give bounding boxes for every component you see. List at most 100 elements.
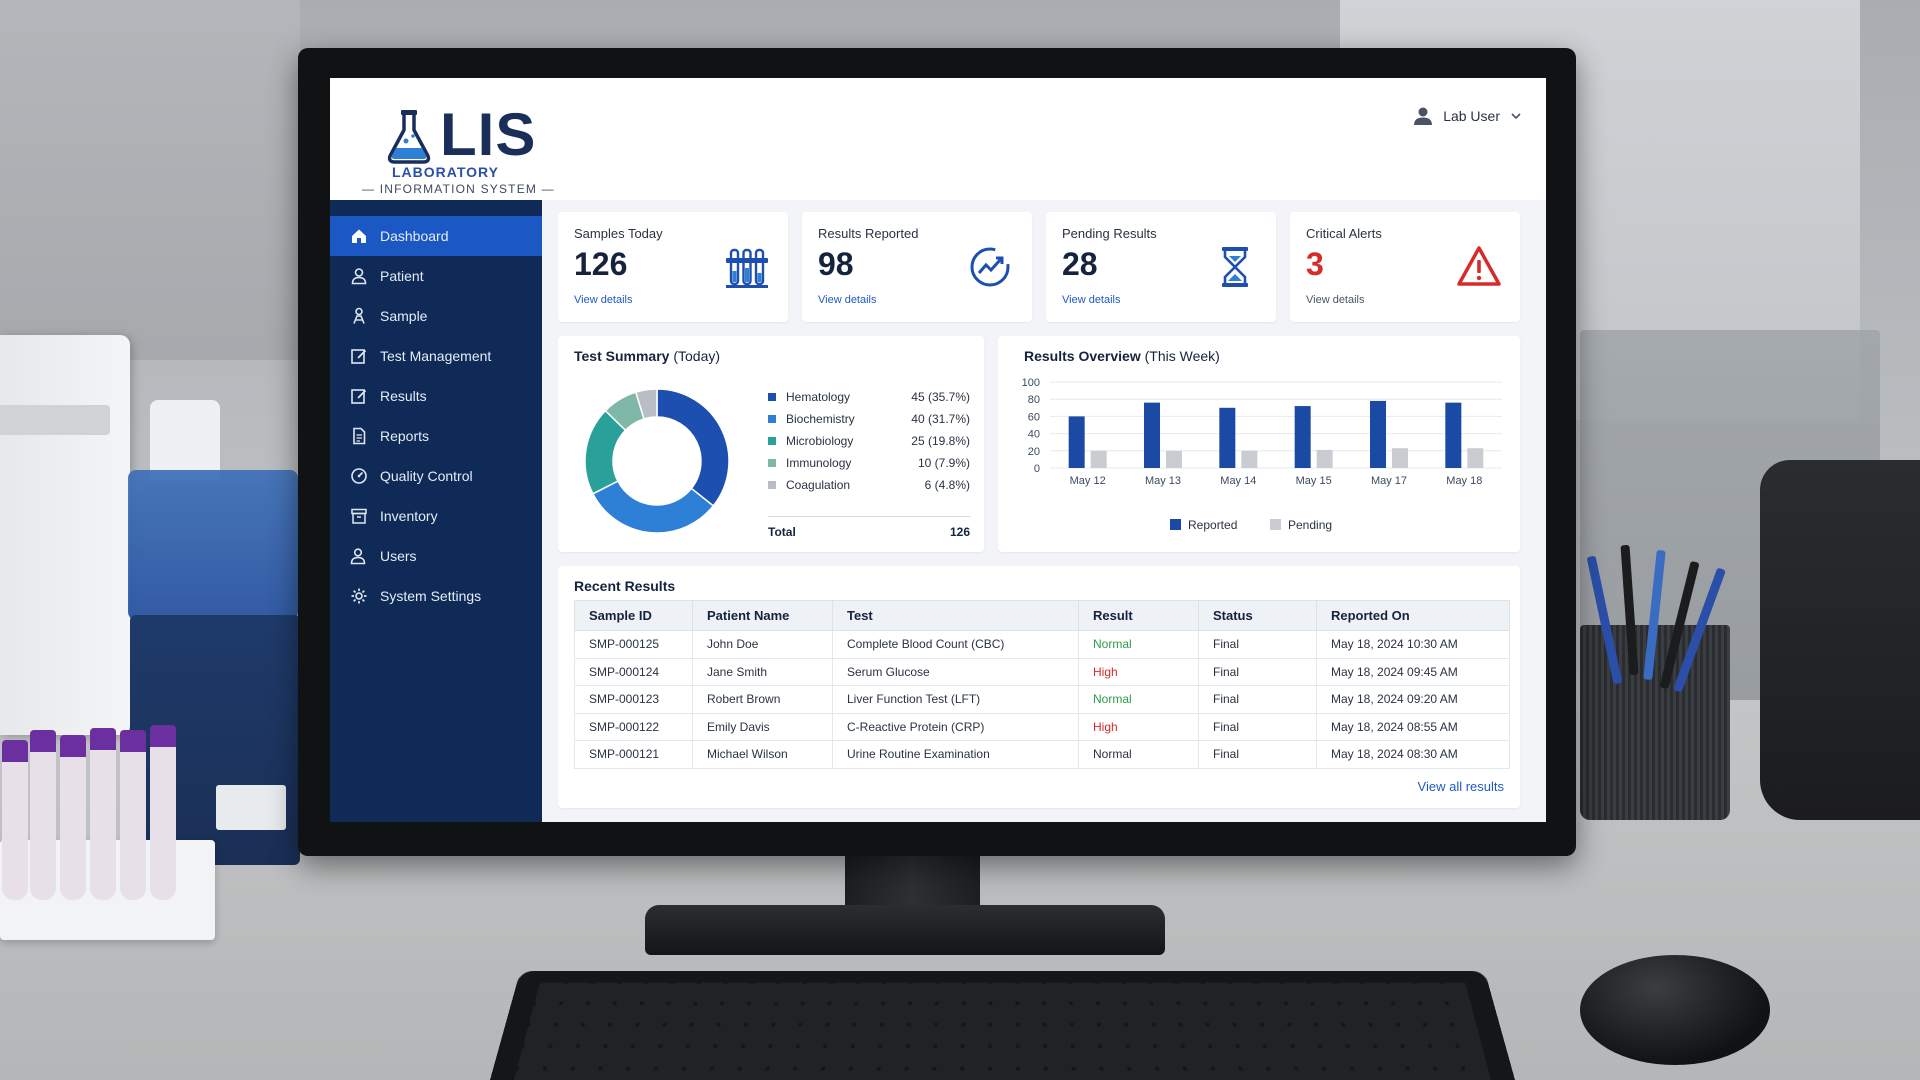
legend-name: Microbiology <box>786 434 854 448</box>
cell-patient-name: Jane Smith <box>692 657 833 686</box>
sidebar-item-inventory[interactable]: Inventory <box>330 496 542 536</box>
bar-reported-may-14[interactable] <box>1219 407 1236 468</box>
sidebar: Dashboard Patient Sample Test Management… <box>330 200 542 822</box>
donut-slice-hematology[interactable] <box>656 388 730 507</box>
cell-result: High <box>1078 657 1199 686</box>
bar-reported-may-13[interactable] <box>1144 402 1160 468</box>
desk-phone <box>1760 460 1920 820</box>
column-header[interactable]: Sample ID <box>574 600 693 631</box>
top-bar: LIS LABORATORY — INFORMATION SYSTEM — La… <box>330 78 1546 200</box>
bar-reported-may-15[interactable] <box>1294 406 1311 468</box>
table-row[interactable]: SMP-000125 John Doe Complete Blood Count… <box>574 630 1510 659</box>
sidebar-item-label: System Settings <box>380 588 482 604</box>
sidebar-item-system-settings[interactable]: System Settings <box>330 576 542 616</box>
logo-subtitle-text: INFORMATION SYSTEM <box>379 182 538 196</box>
legend-name: Immunology <box>786 456 852 470</box>
x-tick-label: May 15 <box>1296 475 1332 487</box>
sidebar-item-patient[interactable]: Patient <box>330 256 542 296</box>
sidebar-item-dashboard[interactable]: Dashboard <box>330 216 542 256</box>
column-header[interactable]: Reported On <box>1316 600 1510 631</box>
legend-swatch-pending <box>1270 519 1281 530</box>
cell-test: Urine Routine Examination <box>832 740 1079 769</box>
cell-test: Liver Function Test (LFT) <box>832 685 1079 714</box>
legend-label-reported: Reported <box>1188 518 1237 532</box>
cell-reported-on: May 18, 2024 09:20 AM <box>1316 685 1510 714</box>
table-header-row: Sample ID Patient Name Test Result Statu… <box>574 600 1510 631</box>
bar-pending-may-17[interactable] <box>1392 448 1408 468</box>
hourglass-icon <box>1222 247 1248 287</box>
bar-chart: 0 20 40 60 80 100 May 12 May 13 May 14 May 15 May … <box>1022 377 1502 532</box>
sidebar-item-reports[interactable]: Reports <box>330 416 542 456</box>
cell-result: Normal <box>1078 740 1199 769</box>
legend-swatch <box>768 393 776 401</box>
keyboard <box>490 970 1515 1080</box>
bar-pending-may-18[interactable] <box>1467 448 1484 468</box>
view-details-link[interactable]: View details <box>1062 294 1121 306</box>
table-row[interactable]: SMP-000122 Emily Davis C-Reactive Protei… <box>574 712 1510 741</box>
kpi-card-pending-results: Pending Results 28 View details <box>1046 212 1276 322</box>
cell-sample-id: SMP-000125 <box>574 630 693 659</box>
bar-pending-may-14[interactable] <box>1241 450 1258 468</box>
legend-swatch-reported <box>1170 519 1181 530</box>
lab-analyzer <box>0 335 130 735</box>
test-summary-panel: Test Summary (Today) Hematology 45 (35.7… <box>558 336 984 552</box>
legend-row-immunology: Immunology 10 (7.9%) <box>768 452 970 474</box>
legend-value: 45 (35.7%) <box>911 390 970 404</box>
keyboard-keys <box>514 982 1491 1080</box>
sidebar-item-label: Sample <box>380 308 428 324</box>
cell-status: Final <box>1198 630 1317 659</box>
warning-icon <box>1457 246 1501 286</box>
app-screen: LIS LABORATORY — INFORMATION SYSTEM — La… <box>330 78 1546 822</box>
column-header[interactable]: Status <box>1198 600 1317 631</box>
sidebar-item-quality-control[interactable]: Quality Control <box>330 456 542 496</box>
sidebar-item-results[interactable]: Results <box>330 376 542 416</box>
user-icon <box>1414 107 1433 125</box>
view-details-link[interactable]: View details <box>574 294 633 306</box>
logo-subtitle-info-system: — INFORMATION SYSTEM — <box>362 182 555 196</box>
bar-pending-may-15[interactable] <box>1316 449 1333 468</box>
test-tube <box>2 740 28 900</box>
legend-row-microbiology: Microbiology 25 (19.8%) <box>768 430 970 452</box>
cell-reported-on: May 18, 2024 10:30 AM <box>1316 630 1510 659</box>
gear-icon <box>351 588 367 604</box>
bar-reported-may-12[interactable] <box>1068 416 1085 468</box>
column-header[interactable]: Patient Name <box>692 600 833 631</box>
results-overview-panel: Results Overview (This Week) 0 20 40 60 80 10… <box>998 336 1520 552</box>
kpi-title: Critical Alerts <box>1306 226 1382 241</box>
app-logo[interactable]: LIS LABORATORY — INFORMATION SYSTEM — <box>362 94 555 196</box>
sidebar-item-sample[interactable]: Sample <box>330 296 542 336</box>
y-tick-label: 100 <box>1022 377 1040 389</box>
legend-row-biochemistry: Biochemistry 40 (31.7%) <box>768 408 970 430</box>
chart-check-icon <box>970 247 1010 287</box>
test-tube <box>120 730 146 900</box>
legend-label-pending: Pending <box>1288 518 1332 532</box>
user-menu[interactable]: Lab User <box>1413 106 1522 126</box>
legend-row-coagulation: Coagulation 6 (4.8%) <box>768 474 970 496</box>
bar-pending-may-13[interactable] <box>1166 450 1182 468</box>
cell-reported-on: May 18, 2024 08:30 AM <box>1316 740 1510 769</box>
view-details-link[interactable]: View details <box>818 294 877 306</box>
flask-icon <box>387 110 431 164</box>
legend-name: Hematology <box>786 390 851 404</box>
sidebar-item-test-management[interactable]: Test Management <box>330 336 542 376</box>
cell-sample-id: SMP-000123 <box>574 685 693 714</box>
bar-reported-may-17[interactable] <box>1370 400 1386 468</box>
table-row[interactable]: SMP-000121 Michael Wilson Urine Routine … <box>574 740 1510 769</box>
column-header[interactable]: Result <box>1078 600 1199 631</box>
legend-swatch <box>768 459 776 467</box>
sidebar-item-label: Patient <box>380 268 424 284</box>
kpi-value: 126 <box>574 246 628 282</box>
view-all-results-link[interactable]: View all results <box>1418 779 1504 794</box>
sidebar-item-users[interactable]: Users <box>330 536 542 576</box>
column-header[interactable]: Test <box>832 600 1079 631</box>
bar-pending-may-12[interactable] <box>1090 450 1107 468</box>
bar-reported-may-18[interactable] <box>1445 402 1462 468</box>
users-icon <box>350 548 366 565</box>
sidebar-item-label: Reports <box>380 428 430 444</box>
legend-swatch <box>768 481 776 489</box>
x-tick-label: May 14 <box>1220 475 1256 487</box>
panel-title-main: Test Summary <box>574 348 670 364</box>
table-row[interactable]: SMP-000124 Jane Smith Serum Glucose High… <box>574 657 1510 686</box>
table-row[interactable]: SMP-000123 Robert Brown Liver Function T… <box>574 685 1510 714</box>
view-details-link[interactable]: View details <box>1306 294 1365 306</box>
